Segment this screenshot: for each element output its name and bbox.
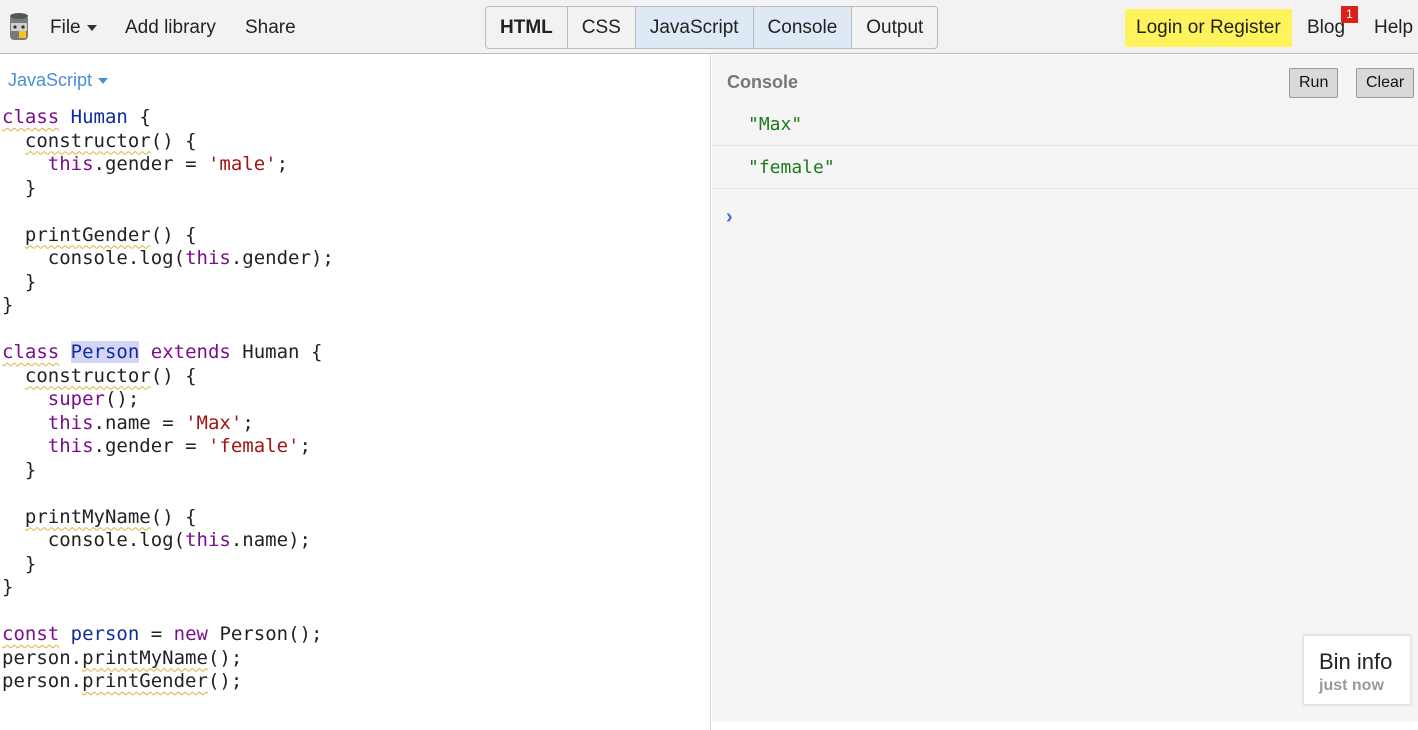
code-line: } [24,458,37,481]
code-line: printMyName() { [24,505,197,528]
console-log-entry: "Max" [712,102,1418,146]
help-link[interactable]: Help [1374,17,1413,39]
panel-toggle-group: HTML CSS JavaScript Console Output [485,6,939,49]
login-register-button[interactable]: Login or Register [1125,9,1292,47]
tab-console[interactable]: Console [753,7,853,48]
console-log-entry: "female" [712,145,1418,189]
run-button[interactable]: Run [1289,68,1339,98]
language-label: JavaScript [8,70,93,90]
caret-down-icon [86,24,97,31]
bin-info-panel[interactable]: Bin info just now [1303,635,1411,705]
jsbin-logo-icon[interactable] [8,12,30,42]
code-line: const person = new Person(); [2,623,323,645]
console-title: Console [727,72,799,92]
code-area[interactable]: class Human { constructor() { this.gende… [2,106,334,694]
file-menu[interactable]: File [50,17,97,39]
share-button[interactable]: Share [245,17,296,39]
code-line: console.log(this.gender); [47,247,334,269]
code-line: constructor() { [24,364,197,387]
clear-button[interactable]: Clear [1356,68,1415,98]
bin-info-title: Bin info [1319,649,1393,674]
code-line: class Person extends Human { [2,341,323,363]
tab-css[interactable]: CSS [568,7,636,48]
console-input[interactable] [748,203,1388,231]
code-line: } [2,294,14,316]
tab-html[interactable]: HTML [486,7,568,48]
code-line: } [24,270,37,293]
language-selector[interactable]: JavaScript [8,70,109,91]
chevron-right-icon: › [726,206,733,228]
code-line: this.gender = 'female'; [47,435,311,457]
top-toolbar: File Add library Share HTML CSS JavaScri… [0,0,1418,54]
caret-down-icon [98,78,109,85]
code-line: person.printGender(); [2,670,243,692]
console-panel: Console Run Clear "Max" "female" › [712,55,1418,722]
code-line: printGender() { [24,223,197,246]
code-line: this.gender = 'male'; [47,153,289,175]
blog-notification-badge: 1 [1341,6,1358,23]
console-log-text: "Max" [748,114,803,135]
console-log-text: "female" [748,157,835,178]
javascript-editor-panel[interactable]: JavaScript class Human { constructor() {… [0,55,711,730]
code-line: console.log(this.name); [47,529,311,551]
code-line: class Human { [2,106,151,128]
code-line: person.printMyName(); [2,646,243,669]
add-library-button[interactable]: Add library [125,17,216,39]
code-line: } [2,576,14,598]
code-line: } [24,552,37,575]
code-line: } [24,176,37,199]
tab-javascript[interactable]: JavaScript [635,7,754,48]
code-line: super(); [47,388,140,410]
tab-output[interactable]: Output [852,7,937,48]
blog-link[interactable]: Blog [1307,17,1345,39]
file-menu-label: File [50,17,81,38]
code-line: this.name = 'Max'; [47,411,254,434]
code-line: constructor() { [24,129,197,152]
bin-info-timestamp: just now [1319,677,1384,694]
